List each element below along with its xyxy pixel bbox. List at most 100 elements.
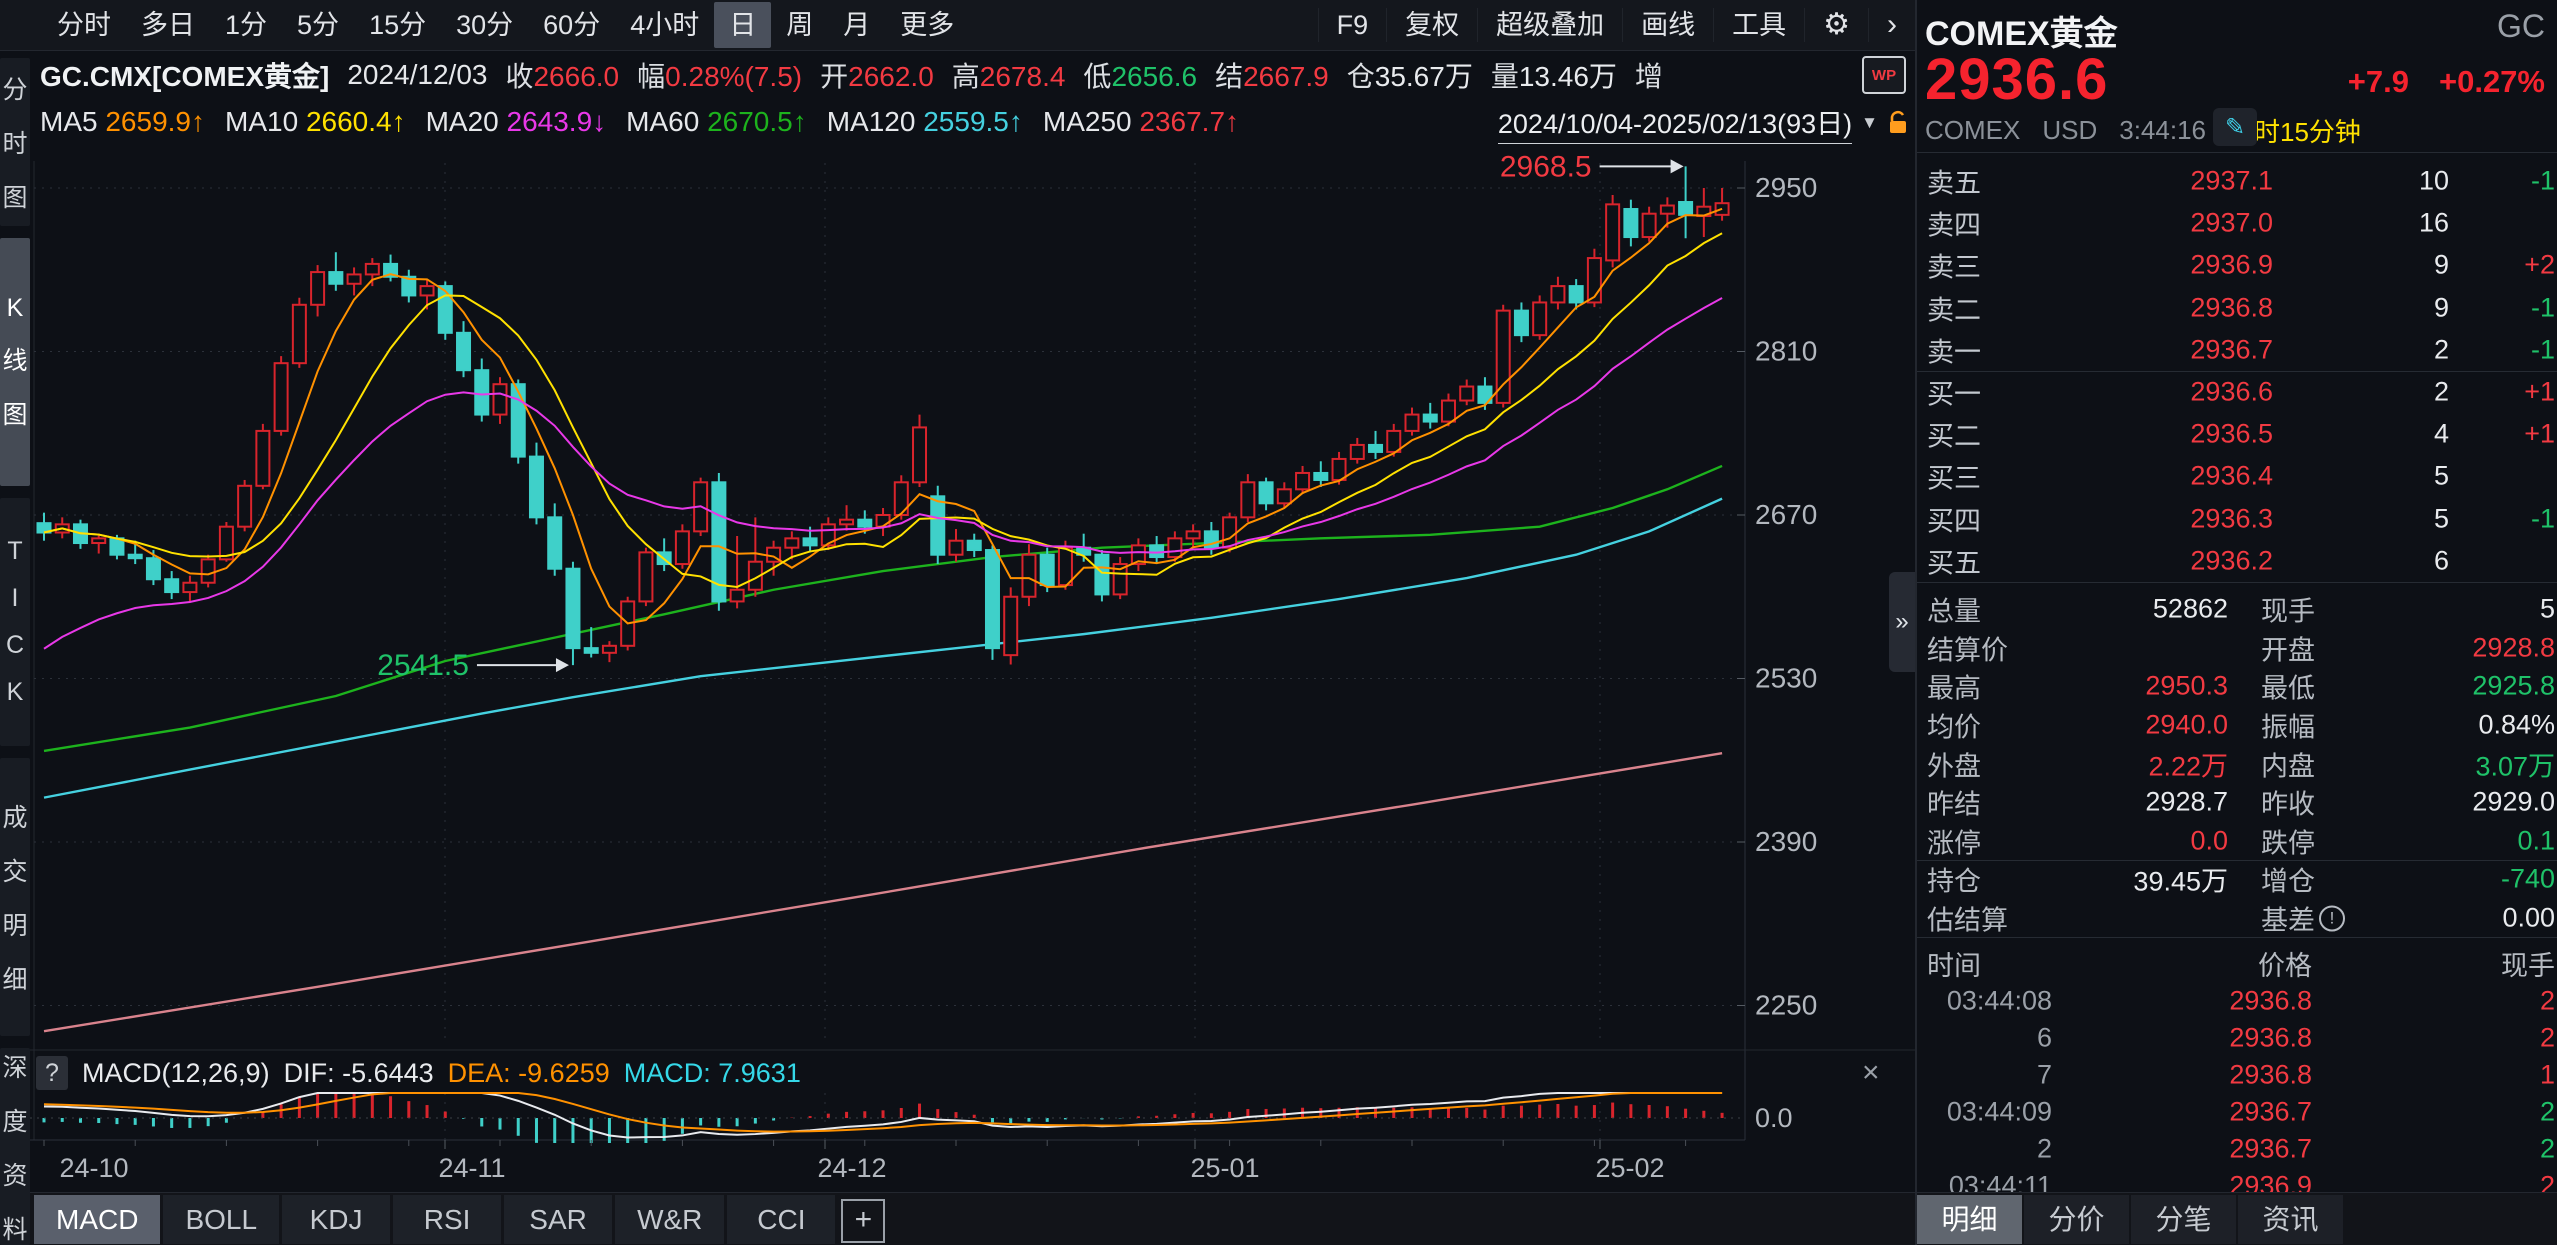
quote-tab-bar: 明细分价分笔资讯 [1917,1192,2557,1245]
toolbar-corner [0,0,30,51]
macd-params-label: MACD(12,26,9) [82,1058,270,1089]
quote-info-bar: GC.CMX[COMEX黄金] 2024/12/03 收2666.0幅0.28%… [40,52,1860,98]
svg-text:2390: 2390 [1755,826,1817,857]
tape-col-qty: 现手 [2501,944,2555,983]
bid-row-买四[interactable]: 买四2936.35-1 [1917,498,2557,540]
edit-pencil-icon[interactable]: ✎ [2213,108,2257,146]
ma-legend-ma60: MA60 2670.5↑ [626,106,807,138]
chevron-down-icon[interactable]: ▼ [1861,113,1878,133]
quote-tab-price-dist[interactable]: 分价 [2024,1195,2129,1244]
close-icon[interactable]: × [1862,1056,1880,1090]
indicator-tab-macd[interactable]: MACD [34,1195,160,1244]
indicator-tab-sar[interactable]: SAR [504,1195,612,1244]
period-time-share[interactable]: 分时 [42,2,126,48]
indicator-tab-kdj[interactable]: KDJ [282,1195,390,1244]
candlestick-chart[interactable]: 2950281026702530239022502968.52541.50.02… [30,145,1915,1195]
ma-legend-ma250: MA250 2367.7↑ [1043,106,1239,138]
period-15min[interactable]: 15分 [354,2,441,48]
stats-row: 外盘2.22万内盘3.07万 [1917,744,2557,783]
divider [1917,582,2557,583]
expand-chevron-icon[interactable]: › [1868,8,1915,42]
adjust-mode-button[interactable]: 复权 [1386,8,1477,42]
indicator-tab-cci[interactable]: CCI [727,1195,835,1244]
ma-legend-ma20: MA20 2643.9↓ [426,106,607,138]
sidebar-tab-tick[interactable]: TICK [0,498,30,746]
price-change: +7.9 +0.27% [2348,64,2545,100]
macd-hist-value: MACD: 7.9631 [624,1058,801,1089]
date-range-selector[interactable]: 2024/10/04-2025/02/13(93日) ▼ [1498,102,1909,144]
svg-text:2950: 2950 [1755,172,1817,203]
quote-tab-news[interactable]: 资讯 [2238,1195,2343,1244]
indicator-add-button[interactable]: + [838,1195,888,1244]
ma-line-ma250 [44,753,1722,1031]
stats-row: 总量52862现手5 [1917,590,2557,629]
period-daily[interactable]: 日 [714,2,771,48]
sidebar-tab-trade-detail[interactable]: 成交明细 [0,758,30,1036]
stats-row: 均价2940.0振幅0.84% [1917,706,2557,745]
period-multi-day[interactable]: 多日 [126,2,210,48]
indicator-tab-boll[interactable]: BOLL [163,1195,279,1244]
time-and-sales[interactable]: 03:44:082936.8262936.8272936.8103:44:092… [1917,982,2557,1192]
svg-text:0.0: 0.0 [1755,1103,1793,1133]
help-icon[interactable]: ? [36,1056,68,1090]
bid-row-买五[interactable]: 买五2936.26 [1917,540,2557,582]
tape-row: 03:44:092936.72 [1917,1093,2557,1130]
currency-label: USD [2042,115,2097,146]
svg-text:24-11: 24-11 [438,1153,505,1183]
date-range-label[interactable]: 2024/10/04-2025/02/13(93日) [1498,102,1852,144]
stats-row: 最高2950.3最低2925.8 [1917,667,2557,706]
svg-text:2530: 2530 [1755,663,1817,694]
ma-line-ma120 [44,499,1722,798]
macd-dea-value: DEA: -9.6259 [448,1058,610,1089]
period-30min[interactable]: 30分 [441,2,528,48]
tape-col-price: 价格 [2258,944,2312,983]
svg-text:25-02: 25-02 [1595,1153,1664,1183]
indicator-tab-wr[interactable]: W&R [615,1195,724,1244]
period-5min[interactable]: 5分 [282,2,354,48]
indicator-tab-rsi[interactable]: RSI [393,1195,501,1244]
quote-tab-ticks[interactable]: 分笔 [2131,1195,2236,1244]
super-overlay-button[interactable]: 超级叠加 [1477,8,1622,42]
sidebar-tab-time-chart[interactable]: 分时图 [0,58,30,226]
stats-row: 估结算基差!0.00 [1917,899,2557,938]
quote-tab-detail[interactable]: 明细 [1917,1195,2022,1244]
sidebar-tab-kline-chart[interactable]: K线图 [0,238,30,486]
period-more[interactable]: 更多 [885,2,969,48]
draw-line-button[interactable]: 画线 [1622,8,1713,42]
ask-row-卖五[interactable]: 卖五2937.110-1 [1917,160,2557,202]
ma-legend-bar: MA5 2659.9↑MA10 2660.4↑MA20 2643.9↓MA60 … [40,100,1460,144]
exchange-label: COMEX [1925,115,2020,146]
unlocked-lock-icon[interactable] [1887,110,1909,136]
bid-row-买一[interactable]: 买一2936.62+1 [1917,371,2557,413]
tools-button[interactable]: 工具 [1713,8,1804,42]
sidebar-tab-depth-info[interactable]: 深度资料 [0,1048,30,1245]
ask-row-卖一[interactable]: 卖一2936.72-1 [1917,329,2557,371]
period-60min[interactable]: 60分 [528,2,615,48]
panel-collapse-handle[interactable]: » [1889,572,1915,672]
basis-info-icon[interactable]: ! [2319,905,2345,931]
divider [1917,152,2557,153]
period-1min[interactable]: 1分 [210,2,282,48]
period-4hour[interactable]: 4小时 [615,2,714,48]
period-weekly[interactable]: 周 [771,2,828,48]
ask-row-卖二[interactable]: 卖二2936.89-1 [1917,287,2557,329]
wp-mini-window-icon[interactable]: WP [1862,56,1906,94]
instrument-code: GC [2497,8,2545,45]
stats-row: 昨结2928.7昨收2929.0 [1917,783,2557,822]
bid-row-买三[interactable]: 买三2936.45 [1917,455,2557,497]
tape-row: 03:44:112936.92 [1917,1167,2557,1192]
period-monthly[interactable]: 月 [828,2,885,48]
ask-row-卖三[interactable]: 卖三2936.99+2 [1917,244,2557,286]
svg-text:2670: 2670 [1755,499,1817,530]
fn-f9-button[interactable]: F9 [1318,8,1387,42]
macd-dif-value: DIF: -5.6443 [284,1058,434,1089]
ma-legend-ma120: MA120 2559.5↑ [827,106,1023,138]
bid-row-买二[interactable]: 买二2936.54+1 [1917,413,2557,455]
info-field-仓: 仓35.67万 [1347,55,1473,95]
svg-text:24-12: 24-12 [817,1153,886,1183]
ask-row-卖四[interactable]: 卖四2937.016 [1917,202,2557,244]
settings-gear-icon[interactable]: ⚙ [1804,8,1868,42]
info-field-幅: 幅0.28%(7.5) [637,55,802,95]
ma-legend-ma10: MA10 2660.4↑ [225,106,406,138]
ask-bid-divider [1917,371,2557,372]
